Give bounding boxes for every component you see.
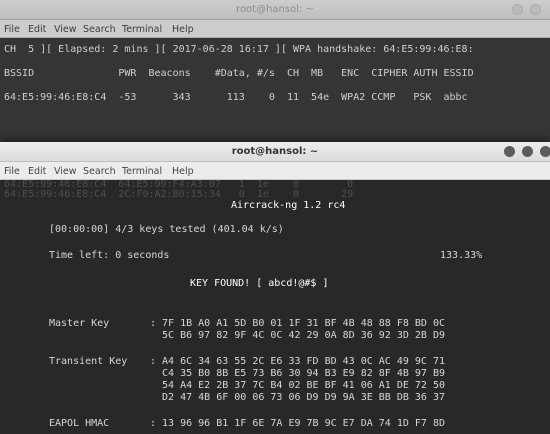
- menu-search[interactable]: Search: [83, 166, 116, 177]
- transient-key-line: C4 35 B0 8B E5 73 B6 30 94 B3 E9 82 8F 4…: [150, 368, 446, 379]
- minimize-icon[interactable]: [504, 146, 515, 157]
- back-window-title: root@hansol: ~: [236, 4, 314, 15]
- maximize-icon[interactable]: [530, 4, 541, 15]
- transient-key-line: 54 A4 E2 2B 37 7C B4 02 BE BF 41 06 A1 D…: [150, 380, 446, 391]
- transient-key-line: D2 47 4B 6F 00 06 73 06 D9 D9 9A 3E BB D…: [150, 392, 446, 403]
- back-window-menubar: File Edit View Search Terminal Help: [0, 20, 550, 38]
- minimize-icon[interactable]: [512, 4, 523, 15]
- master-key-label: Master Key: [49, 318, 110, 329]
- transient-key-label: Transient Key: [49, 356, 128, 367]
- airodump-status-line: CH 5 ][ Elapsed: 2 mins ][ 2017-06-28 16…: [4, 44, 474, 55]
- airodump-terminal-output[interactable]: CH 5 ][ Elapsed: 2 mins ][ 2017-06-28 16…: [0, 38, 550, 150]
- aircrack-terminal-output[interactable]: 64:E5:99:46:E8:C4 64:E5:99:F4:A3:07 1 1e…: [0, 179, 550, 434]
- close-icon[interactable]: [540, 146, 550, 157]
- progress-percent: 133.33%: [440, 250, 483, 261]
- front-window-title: root@hansol: ~: [231, 146, 319, 157]
- menu-search[interactable]: Search: [83, 24, 116, 35]
- time-left-line: Time left: 0 seconds: [49, 250, 170, 261]
- menu-file[interactable]: File: [4, 166, 20, 177]
- front-window-menubar: File Edit View Search Terminal Help: [0, 162, 550, 180]
- menu-file[interactable]: File: [4, 24, 20, 35]
- menu-view[interactable]: View: [54, 166, 77, 177]
- eapol-hmac-line: : 13 96 96 B1 1F 6E 7A E9 7B 9C E7 DA 74…: [150, 418, 446, 429]
- airodump-column-header: BSSID PWR Beacons #Data, #/s CH MB ENC C…: [4, 68, 474, 79]
- aircrack-terminal-window[interactable]: root@hansol: ~ File Edit View Search Ter…: [0, 142, 550, 434]
- keys-tested-line: [00:00:00] 4/3 keys tested (401.04 k/s): [49, 224, 284, 235]
- program-banner: Aircrack-ng 1.2 rc4: [231, 200, 346, 211]
- key-found-line: KEY FOUND! [ abcd!@#$ ]: [190, 278, 329, 289]
- menu-help[interactable]: Help: [172, 24, 194, 35]
- menu-help[interactable]: Help: [172, 166, 194, 177]
- eapol-hmac-label: EAPOL HMAC: [49, 418, 110, 429]
- menu-terminal[interactable]: Terminal: [122, 24, 162, 35]
- master-key-line: 5C B6 97 82 9F 4C 0C 42 29 0A 8D 36 92 3…: [150, 330, 446, 341]
- menu-edit[interactable]: Edit: [28, 24, 46, 35]
- back-window-titlebar[interactable]: root@hansol: ~: [0, 0, 550, 20]
- ghost-output-line: 64:E5:99:46:E8:C4 2C:F0:A2:B0:15:34 0 1e…: [4, 189, 354, 200]
- master-key-line: : 7F 1B A0 A1 5D B0 01 1F 31 BF 4B 48 88…: [150, 318, 446, 329]
- transient-key-line: : A4 6C 34 63 55 2C E6 33 FD BD 43 0C AC…: [150, 356, 446, 367]
- airodump-network-row: 64:E5:99:46:E8:C4 -53 343 113 0 11 54e W…: [4, 92, 468, 103]
- airodump-terminal-window[interactable]: root@hansol: ~ File Edit View Search Ter…: [0, 0, 550, 150]
- menu-terminal[interactable]: Terminal: [122, 166, 162, 177]
- menu-view[interactable]: View: [54, 24, 77, 35]
- front-window-titlebar[interactable]: root@hansol: ~: [0, 142, 550, 162]
- menu-edit[interactable]: Edit: [28, 166, 46, 177]
- maximize-icon[interactable]: [522, 146, 533, 157]
